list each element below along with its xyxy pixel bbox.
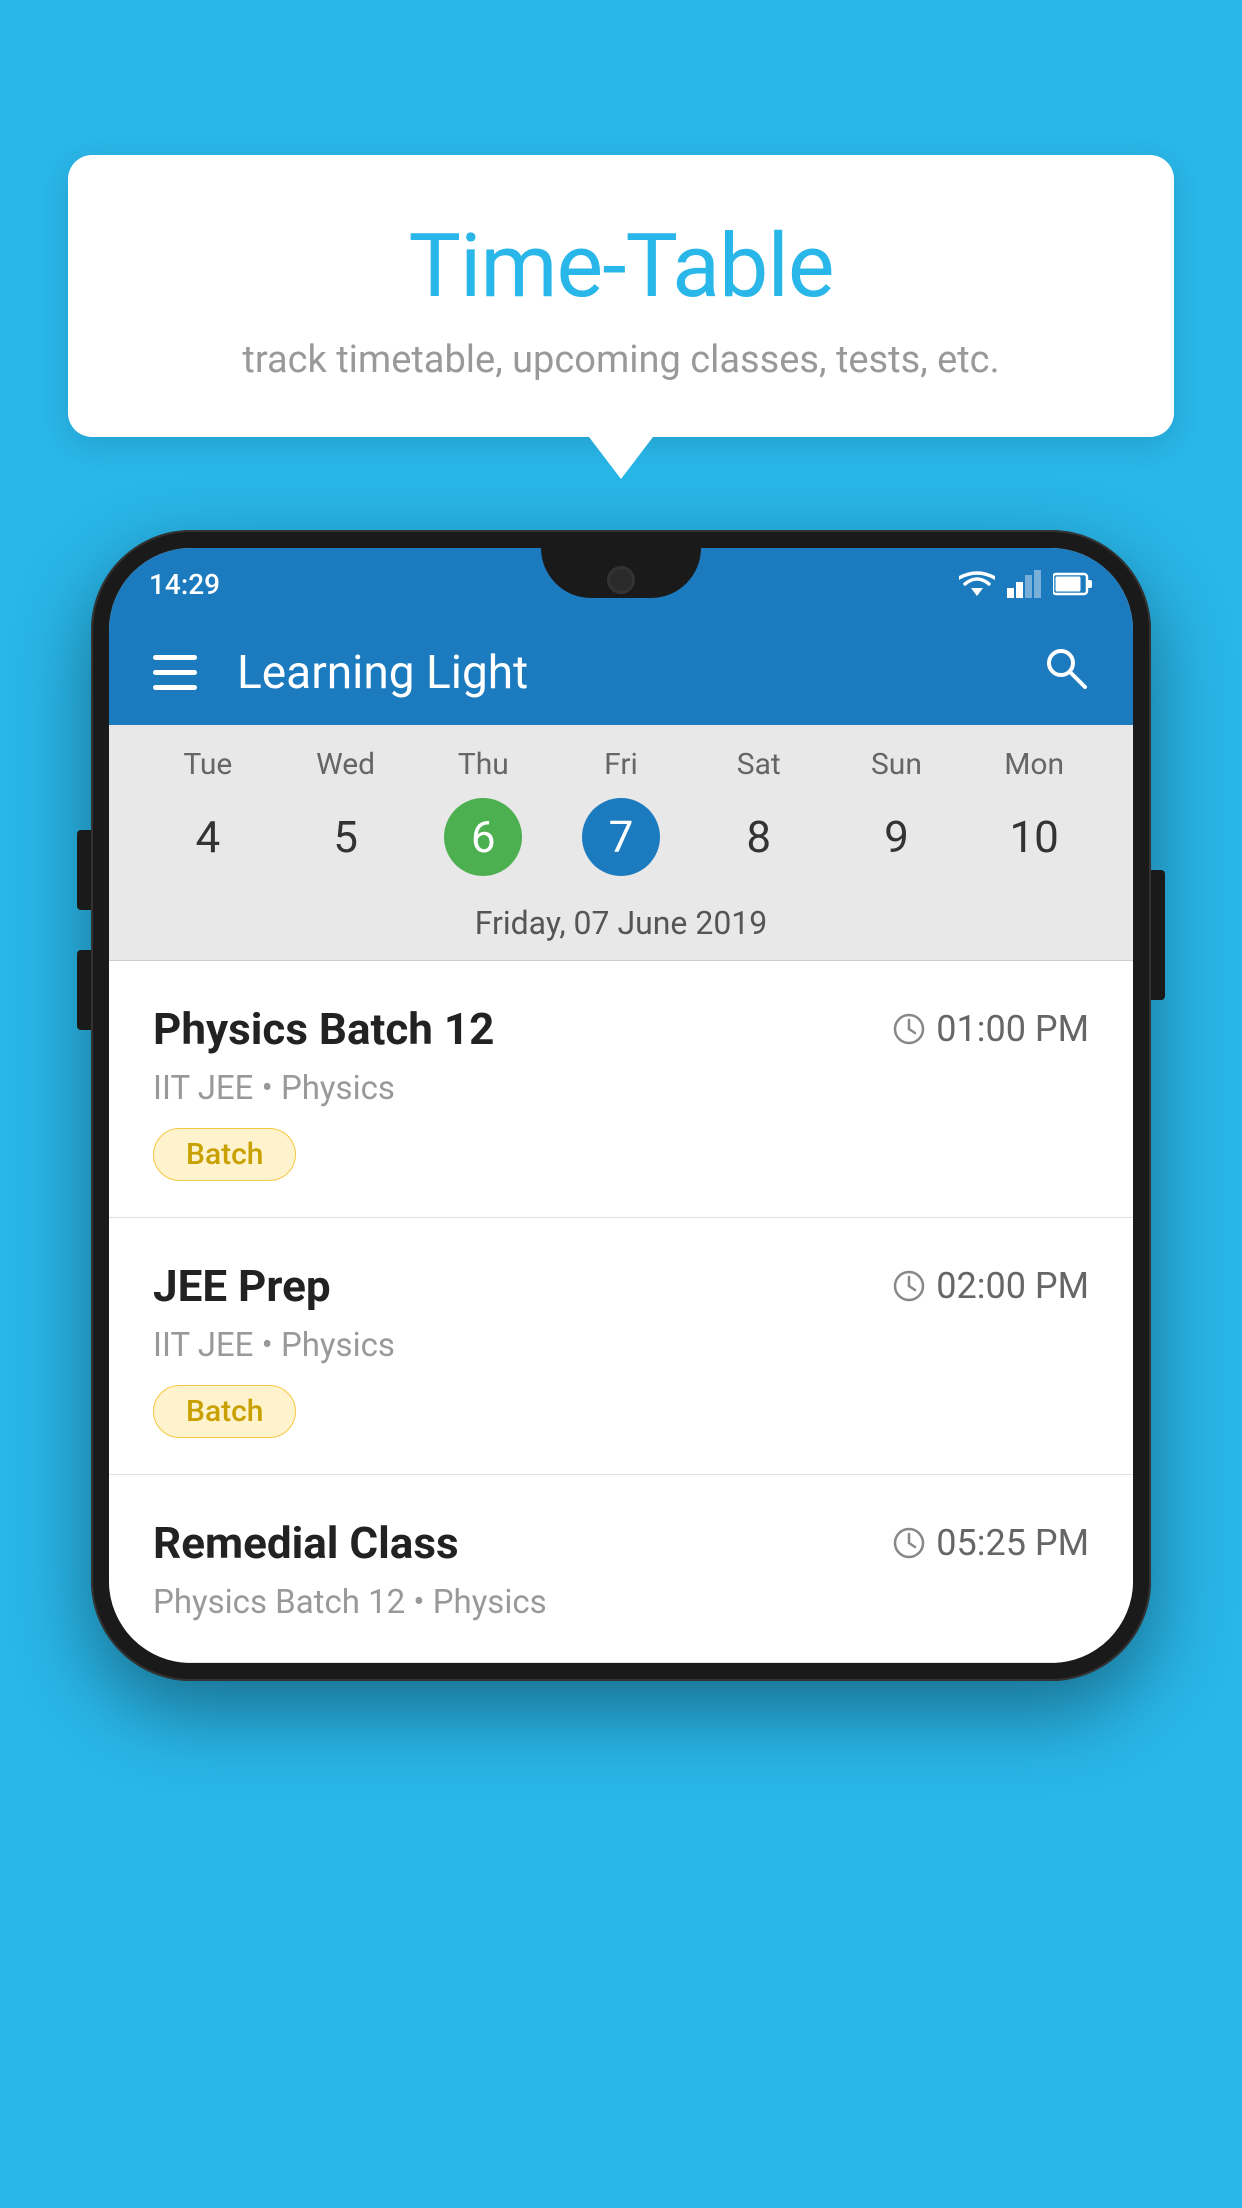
day-number: 4 bbox=[169, 798, 247, 876]
camera bbox=[607, 566, 635, 594]
notch-cutout bbox=[541, 548, 701, 598]
day-column[interactable]: Mon 10 bbox=[965, 747, 1103, 876]
wifi-icon bbox=[959, 570, 995, 598]
class-time: 01:00 PM bbox=[892, 1008, 1089, 1050]
phone-wrapper: 14:29 bbox=[91, 530, 1151, 1681]
class-name: JEE Prep bbox=[153, 1260, 331, 1312]
day-column[interactable]: Sat 8 bbox=[690, 747, 828, 876]
search-icon[interactable] bbox=[1041, 643, 1089, 703]
status-bar: 14:29 bbox=[109, 548, 1133, 620]
class-list: Physics Batch 12 01:00 PM IIT JEE • Physic… bbox=[109, 961, 1133, 1663]
signal-icon bbox=[1007, 570, 1041, 598]
day-name: Thu bbox=[414, 747, 552, 782]
class-name: Physics Batch 12 bbox=[153, 1003, 494, 1055]
day-number: 8 bbox=[720, 798, 798, 876]
day-name: Sat bbox=[690, 747, 828, 782]
day-name: Sun bbox=[828, 747, 966, 782]
day-column[interactable]: Wed 5 bbox=[277, 747, 415, 876]
class-time-text: 01:00 PM bbox=[936, 1008, 1089, 1050]
day-number: 7 bbox=[582, 798, 660, 876]
class-time-text: 05:25 PM bbox=[936, 1522, 1089, 1564]
day-number: 5 bbox=[307, 798, 385, 876]
app-bar: Learning Light bbox=[109, 620, 1133, 725]
tooltip-card: Time-Table track timetable, upcoming cla… bbox=[68, 155, 1174, 437]
clock-icon bbox=[892, 1012, 926, 1046]
tooltip-subtitle: track timetable, upcoming classes, tests… bbox=[148, 338, 1094, 382]
day-name: Wed bbox=[277, 747, 415, 782]
day-column[interactable]: Fri 7 bbox=[552, 747, 690, 876]
batch-badge: Batch bbox=[153, 1128, 296, 1181]
day-name: Tue bbox=[139, 747, 277, 782]
class-card-header: JEE Prep 02:00 PM bbox=[153, 1260, 1089, 1312]
hamburger-line bbox=[153, 685, 197, 690]
clock-icon bbox=[892, 1526, 926, 1560]
class-meta: IIT JEE • Physics bbox=[153, 1069, 1089, 1108]
class-meta: Physics Batch 12 • Physics bbox=[153, 1583, 1089, 1622]
clock-icon bbox=[892, 1269, 926, 1303]
selected-date-label: Friday, 07 June 2019 bbox=[109, 886, 1133, 961]
day-number: 6 bbox=[444, 798, 522, 876]
battery-icon bbox=[1053, 572, 1093, 596]
class-meta: IIT JEE • Physics bbox=[153, 1326, 1089, 1365]
tooltip-title: Time-Table bbox=[148, 215, 1094, 318]
hamburger-line bbox=[153, 655, 197, 660]
day-column[interactable]: Sun 9 bbox=[828, 747, 966, 876]
phone-frame: 14:29 bbox=[91, 530, 1151, 1681]
day-name: Mon bbox=[965, 747, 1103, 782]
class-card[interactable]: Remedial Class 05:25 PM Physics Batch 12 •… bbox=[109, 1475, 1133, 1663]
hamburger-menu[interactable] bbox=[153, 655, 197, 690]
status-time: 14:29 bbox=[149, 568, 220, 601]
calendar-week: Tue 4 Wed 5 Thu 6 Fri 7 Sat 8 Sun 9 Mon 10 bbox=[109, 725, 1133, 886]
batch-badge: Batch bbox=[153, 1385, 296, 1438]
class-time: 02:00 PM bbox=[892, 1265, 1089, 1307]
class-time-text: 02:00 PM bbox=[936, 1265, 1089, 1307]
hamburger-line bbox=[153, 670, 197, 675]
phone-screen: 14:29 bbox=[109, 548, 1133, 1663]
class-card-header: Remedial Class 05:25 PM bbox=[153, 1517, 1089, 1569]
day-column[interactable]: Thu 6 bbox=[414, 747, 552, 876]
status-icons bbox=[959, 570, 1093, 598]
class-card[interactable]: Physics Batch 12 01:00 PM IIT JEE • Physic… bbox=[109, 961, 1133, 1218]
class-time: 05:25 PM bbox=[892, 1522, 1089, 1564]
class-name: Remedial Class bbox=[153, 1517, 459, 1569]
app-title: Learning Light bbox=[237, 646, 1041, 700]
day-name: Fri bbox=[552, 747, 690, 782]
day-number: 10 bbox=[995, 798, 1073, 876]
day-number: 9 bbox=[857, 798, 935, 876]
class-card-header: Physics Batch 12 01:00 PM bbox=[153, 1003, 1089, 1055]
day-column[interactable]: Tue 4 bbox=[139, 747, 277, 876]
class-card[interactable]: JEE Prep 02:00 PM IIT JEE • Physics Batch bbox=[109, 1218, 1133, 1475]
